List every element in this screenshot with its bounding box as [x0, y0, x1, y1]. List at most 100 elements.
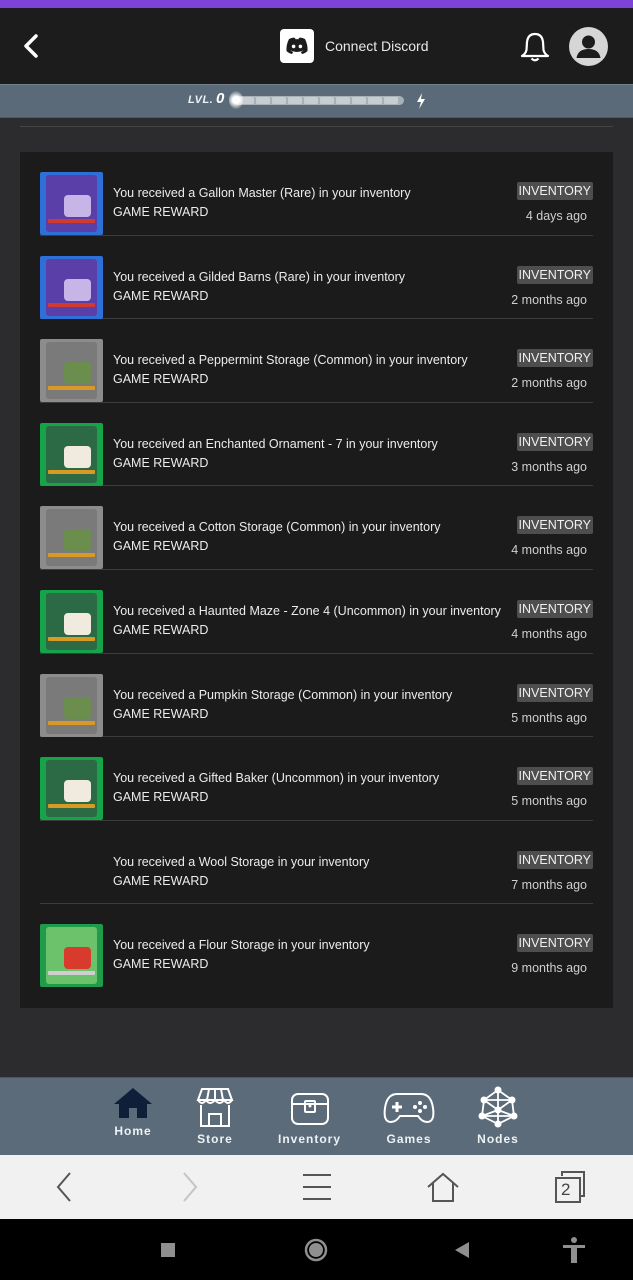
notification-timestamp: 7 months ago	[511, 877, 587, 892]
system-home-button[interactable]	[303, 1237, 329, 1263]
notification-timestamp: 5 months ago	[511, 794, 587, 809]
item-thumbnail	[40, 589, 103, 653]
item-thumbnail	[40, 255, 103, 319]
app-header: Connect Discord	[0, 8, 633, 84]
level-label: LVL.	[188, 94, 214, 106]
back-button[interactable]	[14, 28, 46, 64]
notification-row[interactable]: You received a Peppermint Storage (Commo…	[40, 319, 593, 403]
inventory-badge[interactable]: INVENTORY	[516, 767, 593, 786]
notification-source: GAME REWARD	[113, 539, 209, 554]
chest-icon	[290, 1093, 329, 1125]
notification-message: You received a Gifted Baker (Uncommon) i…	[113, 771, 440, 786]
nav-home[interactable]: Home	[112, 1086, 154, 1138]
browser-home-button[interactable]	[425, 1169, 461, 1205]
item-thumbnail	[40, 924, 103, 988]
notifications-list: You received a Gallon Master (Rare) in y…	[20, 152, 613, 1008]
notification-timestamp: 2 months ago	[511, 292, 587, 307]
status-accent-bar	[0, 0, 633, 8]
notification-row[interactable]: You received a Wool Storage in your inve…	[40, 821, 593, 905]
nav-games[interactable]: Games	[383, 1086, 435, 1146]
notification-row[interactable]: You received a Haunted Maze - Zone 4 (Un…	[40, 570, 593, 654]
chevron-left-icon	[24, 34, 38, 58]
notification-row[interactable]: You received a Gilded Barns (Rare) in yo…	[40, 236, 593, 320]
nav-nodes-label: Nodes	[477, 1132, 519, 1146]
divider	[20, 126, 613, 127]
level-value: 0	[216, 90, 225, 107]
system-nav-bar	[0, 1219, 633, 1280]
notification-timestamp: 3 months ago	[511, 459, 587, 474]
notification-source: GAME REWARD	[113, 372, 209, 387]
notifications-bell-button[interactable]	[518, 30, 552, 64]
notification-message: You received a Gilded Barns (Rare) in yo…	[113, 269, 406, 284]
item-thumbnail	[40, 339, 103, 403]
profile-avatar-button[interactable]	[569, 27, 608, 66]
chevron-right-icon	[183, 1172, 198, 1202]
notification-message: You received a Pumpkin Storage (Common) …	[113, 687, 453, 702]
item-thumbnail	[40, 172, 103, 235]
nav-nodes[interactable]: Nodes	[476, 1086, 520, 1146]
notification-row[interactable]: You received a Gifted Baker (Uncommon) i…	[40, 737, 593, 821]
browser-back-button[interactable]	[46, 1169, 82, 1205]
notification-message: You received a Cotton Storage (Common) i…	[113, 520, 441, 535]
nav-store[interactable]: Store	[194, 1086, 236, 1146]
discord-label: Connect Discord	[325, 38, 429, 54]
notification-timestamp: 4 months ago	[511, 543, 587, 558]
notification-row[interactable]: You received an Enchanted Ornament - 7 i…	[40, 403, 593, 487]
system-back-button[interactable]	[449, 1237, 475, 1263]
nodes-icon	[478, 1086, 518, 1128]
lightning-icon	[417, 93, 425, 109]
browser-menu-button[interactable]	[299, 1169, 335, 1205]
notification-timestamp: 4 months ago	[511, 626, 587, 641]
inventory-badge[interactable]: INVENTORY	[516, 265, 593, 284]
accessibility-icon	[563, 1237, 585, 1263]
inventory-badge[interactable]: INVENTORY	[516, 182, 593, 200]
inventory-badge[interactable]: INVENTORY	[516, 850, 593, 869]
notification-timestamp: 4 days ago	[525, 209, 587, 223]
tab-count: 2	[561, 1180, 571, 1199]
notification-source: GAME REWARD	[113, 205, 209, 219]
item-thumbnail	[40, 422, 103, 486]
item-thumbnail	[40, 757, 103, 821]
store-icon	[196, 1088, 234, 1127]
notification-timestamp: 5 months ago	[511, 710, 587, 725]
browser-tabs-button[interactable]: 2	[552, 1169, 588, 1205]
menu-icon	[303, 1174, 331, 1200]
notification-source: GAME REWARD	[113, 622, 209, 637]
inventory-badge[interactable]: INVENTORY	[516, 349, 593, 368]
inventory-badge[interactable]: INVENTORY	[516, 432, 593, 451]
notification-timestamp: 9 months ago	[511, 961, 587, 976]
notification-row[interactable]: You received a Cotton Storage (Common) i…	[40, 486, 593, 570]
notification-message: You received a Gallon Master (Rare) in y…	[113, 186, 411, 200]
accessibility-button[interactable]	[561, 1237, 587, 1263]
home-outline-icon	[427, 1172, 459, 1202]
inventory-badge[interactable]: INVENTORY	[516, 516, 593, 535]
notification-source: GAME REWARD	[113, 455, 209, 470]
notification-source: GAME REWARD	[113, 957, 209, 972]
nav-store-label: Store	[197, 1132, 233, 1146]
notification-source: GAME REWARD	[113, 288, 209, 303]
nav-games-label: Games	[386, 1132, 432, 1146]
nav-inventory[interactable]: Inventory	[278, 1086, 341, 1146]
notification-message: You received a Wool Storage in your inve…	[113, 854, 370, 869]
level-bar: LVL. 0	[0, 84, 633, 118]
notification-row[interactable]: You received a Pumpkin Storage (Common) …	[40, 654, 593, 738]
recents-button[interactable]	[155, 1237, 181, 1263]
chevron-left-icon	[56, 1172, 71, 1202]
xp-progress-glow	[229, 91, 243, 109]
inventory-badge[interactable]: INVENTORY	[516, 934, 593, 953]
notification-source: GAME REWARD	[113, 790, 209, 805]
bell-icon	[520, 32, 550, 62]
connect-discord-button[interactable]: Connect Discord	[280, 28, 429, 64]
inventory-badge[interactable]: INVENTORY	[516, 599, 593, 618]
nav-inventory-label: Inventory	[278, 1132, 342, 1146]
browser-forward-button[interactable]	[172, 1169, 208, 1205]
notification-message: You received an Enchanted Ornament - 7 i…	[113, 436, 438, 451]
notification-row[interactable]: You received a Flour Storage in your inv…	[40, 904, 593, 988]
notification-source: GAME REWARD	[113, 873, 209, 888]
triangle-back-icon	[455, 1242, 469, 1258]
inventory-badge[interactable]: INVENTORY	[516, 683, 593, 702]
circle-icon	[304, 1238, 328, 1262]
notification-row[interactable]: You received a Gallon Master (Rare) in y…	[40, 152, 593, 236]
browser-toolbar: 2	[0, 1155, 633, 1219]
notification-message: You received a Flour Storage in your inv…	[113, 938, 370, 953]
